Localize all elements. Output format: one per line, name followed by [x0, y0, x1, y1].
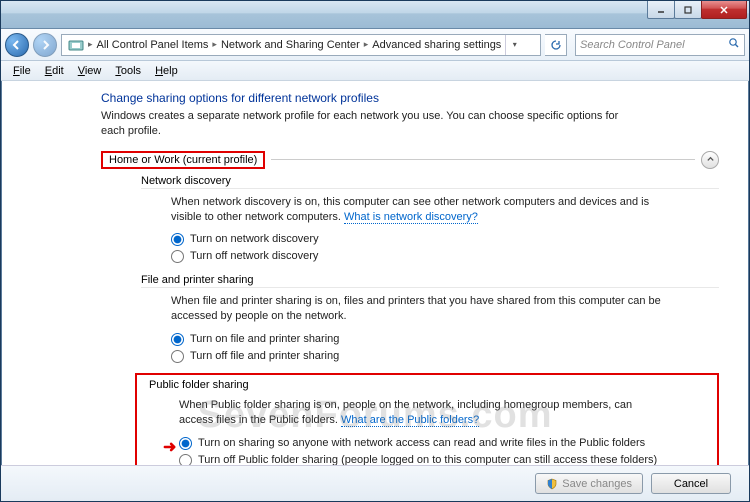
- maximize-button[interactable]: [674, 1, 702, 19]
- menu-file[interactable]: File: [7, 64, 37, 78]
- navbar: ▸ All Control Panel Items ▸ Network and …: [1, 29, 749, 61]
- footer-bar: Save changes Cancel: [1, 465, 749, 501]
- menu-help[interactable]: Help: [149, 64, 184, 78]
- menu-tools[interactable]: Tools: [109, 64, 147, 78]
- save-changes-button[interactable]: Save changes: [535, 473, 643, 494]
- content-pane: Change sharing options for different net…: [1, 81, 749, 465]
- page-heading: Change sharing options for different net…: [101, 91, 719, 105]
- divider: [271, 159, 695, 160]
- breadcrumb-item[interactable]: All Control Panel Items: [93, 39, 213, 51]
- breadcrumb-item[interactable]: Advanced sharing settings: [368, 39, 505, 51]
- radio-nd-off[interactable]: Turn off network discovery: [171, 249, 661, 264]
- section-desc: When file and printer sharing is on, fil…: [171, 295, 661, 322]
- menu-edit[interactable]: Edit: [39, 64, 70, 78]
- minimize-button[interactable]: [647, 1, 675, 19]
- arrow-indicator-icon: ➜: [163, 437, 176, 457]
- forward-button[interactable]: [33, 33, 57, 57]
- window-frame: ▸ All Control Panel Items ▸ Network and …: [0, 0, 750, 502]
- folder-icon: [64, 38, 88, 52]
- menu-view[interactable]: View: [72, 64, 108, 78]
- radio-pf-off[interactable]: Turn off Public folder sharing (people l…: [179, 453, 669, 465]
- search-icon: [728, 37, 740, 52]
- address-bar[interactable]: ▸ All Control Panel Items ▸ Network and …: [61, 34, 541, 56]
- titlebar: [1, 1, 749, 29]
- section-file-printer: File and printer sharing When file and p…: [141, 274, 719, 363]
- radio-fp-off[interactable]: Turn off file and printer sharing: [171, 349, 661, 364]
- radio-fp-on[interactable]: Turn on file and printer sharing: [171, 332, 661, 347]
- profile-label-highlight: Home or Work (current profile): [101, 151, 265, 169]
- section-title: Public folder sharing: [143, 379, 711, 392]
- back-button[interactable]: [5, 33, 29, 57]
- close-button[interactable]: [701, 1, 747, 19]
- search-input[interactable]: Search Control Panel: [575, 34, 745, 56]
- link-what-are-public-folders[interactable]: What are the Public folders?: [341, 414, 479, 427]
- link-what-is-network-discovery[interactable]: What is network discovery?: [344, 211, 478, 224]
- breadcrumb-item[interactable]: Network and Sharing Center: [217, 39, 364, 51]
- cancel-button[interactable]: Cancel: [651, 473, 731, 494]
- refresh-button[interactable]: [545, 34, 567, 56]
- profile-header[interactable]: Home or Work (current profile): [101, 151, 719, 169]
- radio-pf-on[interactable]: Turn on sharing so anyone with network a…: [179, 436, 669, 451]
- address-dropdown[interactable]: ▾: [505, 35, 523, 55]
- menubar: File Edit View Tools Help: [1, 61, 749, 81]
- section-public-folder: ➜ Public folder sharing When Public fold…: [101, 373, 719, 465]
- search-placeholder: Search Control Panel: [580, 39, 685, 51]
- collapse-button[interactable]: [701, 151, 719, 169]
- section-title: File and printer sharing: [141, 274, 719, 288]
- radio-nd-on[interactable]: Turn on network discovery: [171, 232, 661, 247]
- shield-icon: [546, 478, 558, 490]
- page-description: Windows creates a separate network profi…: [101, 109, 621, 139]
- section-title: Network discovery: [141, 175, 719, 189]
- section-network-discovery: Network discovery When network discovery…: [141, 175, 719, 264]
